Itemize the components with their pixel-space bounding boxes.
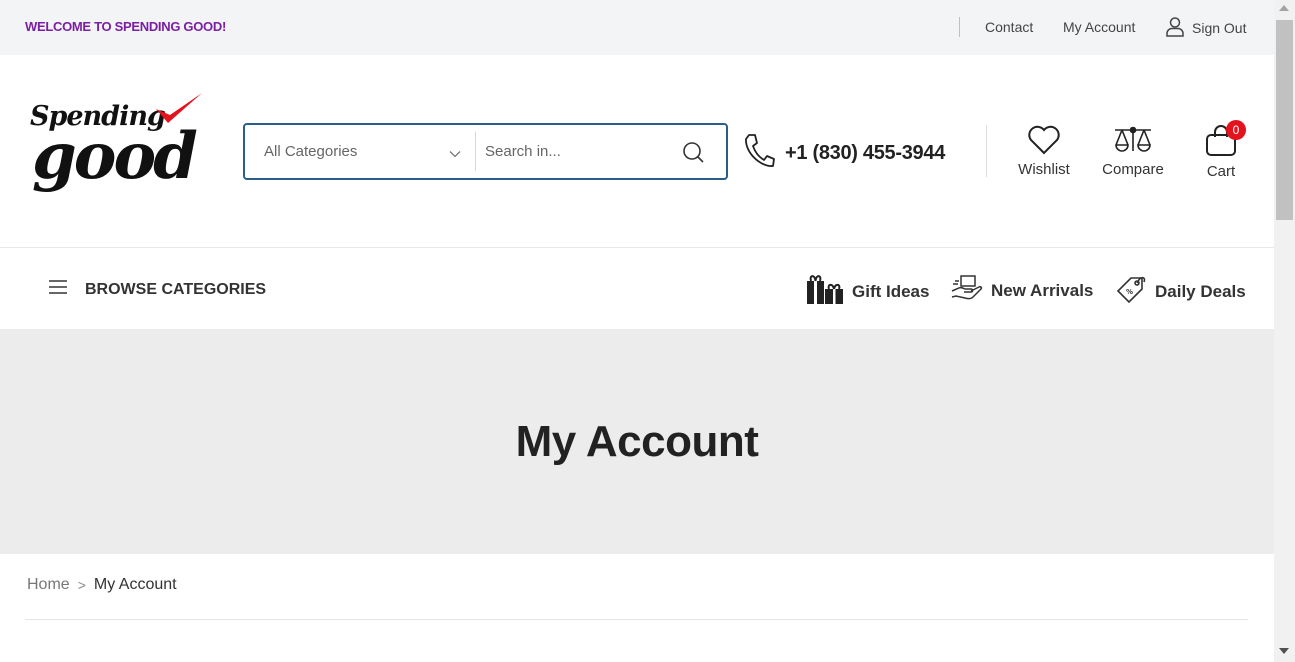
- gift-icon: [806, 273, 844, 310]
- scroll-up-arrow-icon[interactable]: [1279, 5, 1289, 11]
- nav-bar: BROWSE CATEGORIES Gift Ideas New Arrival…: [0, 249, 1274, 329]
- search-divider: [475, 132, 476, 171]
- nav-gift-ideas[interactable]: Gift Ideas: [806, 273, 929, 310]
- search-button[interactable]: [681, 139, 709, 167]
- logo-text-good: good: [32, 119, 198, 194]
- vertical-scrollbar[interactable]: [1274, 0, 1295, 662]
- new-arrivals-label: New Arrivals: [991, 280, 1094, 300]
- gift-ideas-label: Gift Ideas: [852, 281, 930, 301]
- phone-number: +1 (830) 455-3944: [785, 142, 946, 164]
- page: WELCOME TO SPENDING GOOD! Contact My Acc…: [0, 0, 1274, 662]
- svg-text:%: %: [1126, 288, 1133, 296]
- browse-categories-label: BROWSE CATEGORIES: [85, 280, 267, 298]
- main-header: Spending good All Categories Search in..…: [0, 55, 1274, 248]
- scrollbar-thumb[interactable]: [1276, 20, 1293, 220]
- category-select-value: All Categories: [264, 143, 358, 160]
- cart-label: Cart: [1206, 163, 1236, 180]
- breadcrumb: Home > My Account: [27, 576, 177, 594]
- page-title: My Account: [515, 417, 759, 466]
- wishlist-label: Wishlist: [1018, 161, 1070, 178]
- breadcrumb-home-link[interactable]: Home: [27, 576, 70, 594]
- compare-button[interactable]: Compare: [1096, 125, 1170, 178]
- category-select[interactable]: All Categories: [245, 125, 475, 178]
- logo-checkmark-icon: [156, 93, 202, 123]
- phone-contact[interactable]: +1 (830) 455-3944: [742, 132, 945, 175]
- delivery-hand-icon: [951, 273, 983, 308]
- search-bar: All Categories: [243, 123, 728, 180]
- nav-new-arrivals[interactable]: New Arrivals: [951, 273, 1093, 308]
- browse-categories-button[interactable]: BROWSE CATEGORIES: [48, 279, 266, 300]
- my-account-link[interactable]: My Account: [1063, 19, 1135, 35]
- search-input[interactable]: [485, 133, 675, 169]
- top-bar: WELCOME TO SPENDING GOOD! Contact My Acc…: [0, 0, 1274, 55]
- user-icon: [1165, 16, 1185, 40]
- scale-icon: [1111, 126, 1155, 159]
- cart-count-badge: 0: [1226, 120, 1246, 140]
- sign-out-label: Sign Out: [1192, 20, 1247, 36]
- page-title-banner: My Account: [0, 329, 1274, 554]
- hamburger-menu-icon: [48, 279, 68, 300]
- breadcrumb-divider: [25, 619, 1248, 620]
- scroll-down-arrow-icon[interactable]: [1279, 648, 1289, 654]
- header-divider: [986, 125, 987, 177]
- phone-icon: [742, 132, 776, 175]
- search-icon: [681, 142, 707, 169]
- chevron-down-icon: [449, 145, 461, 162]
- sign-out-link[interactable]: Sign Out: [1165, 16, 1246, 40]
- breadcrumb-separator-icon: >: [77, 577, 86, 593]
- site-logo[interactable]: Spending good: [26, 91, 206, 215]
- nav-daily-deals[interactable]: % Daily Deals: [1115, 273, 1246, 310]
- breadcrumb-current: My Account: [93, 576, 177, 593]
- wishlist-button[interactable]: Wishlist: [1014, 125, 1074, 178]
- contact-link[interactable]: Contact: [985, 19, 1033, 35]
- cart-button[interactable]: 0 Cart: [1198, 120, 1246, 180]
- welcome-message: WELCOME TO SPENDING GOOD!: [25, 19, 226, 34]
- compare-label: Compare: [1102, 161, 1164, 178]
- daily-deals-label: Daily Deals: [1155, 281, 1246, 301]
- heart-icon: [1026, 125, 1062, 159]
- shopping-bag-icon: [1203, 125, 1239, 161]
- price-tag-icon: %: [1115, 273, 1147, 310]
- top-bar-divider: [959, 17, 960, 37]
